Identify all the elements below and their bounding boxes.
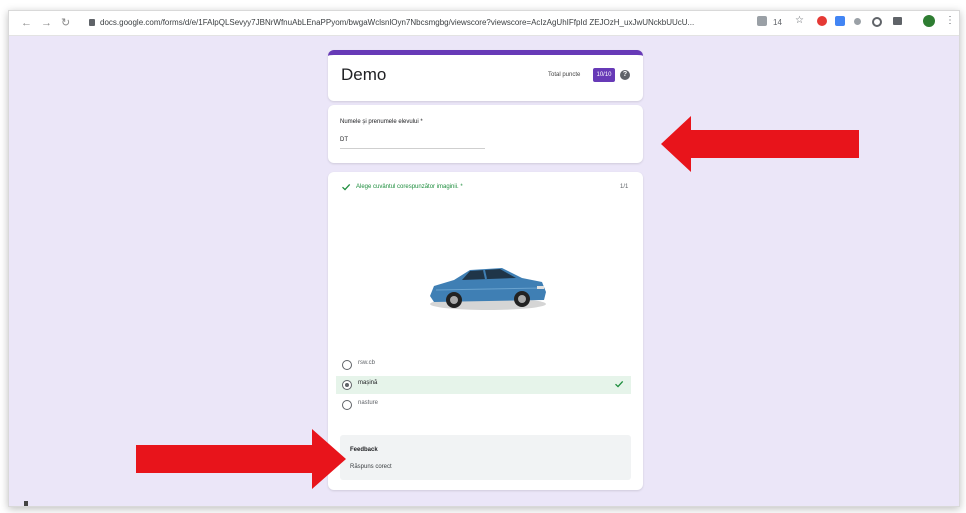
option-label: mașină (358, 380, 378, 386)
form-page: Demo Total puncte 10/10 ? Numele și pren… (9, 36, 959, 506)
extension-red-icon[interactable] (817, 16, 827, 26)
browser-toolbar: ← → ↻ docs.google.com/forms/d/e/1FAlpQLS… (9, 11, 959, 36)
back-icon[interactable]: ← (21, 16, 32, 30)
screenshot-frame: ← → ↻ docs.google.com/forms/d/e/1FAlpQLS… (8, 10, 960, 507)
car-image (430, 268, 546, 310)
option-label: nasture (358, 400, 379, 406)
help-icon[interactable]: ? (620, 70, 630, 80)
option-row[interactable]: rsw.cb (336, 356, 631, 374)
feedback-box: Feedback Răspuns corect (340, 435, 631, 480)
radio-button[interactable] (342, 360, 352, 370)
option-row[interactable]: nasture (336, 396, 631, 414)
translate-icon[interactable] (757, 16, 767, 26)
feedback-text: Răspuns corect (350, 464, 392, 470)
radio-button-selected[interactable] (342, 380, 352, 390)
address-bar[interactable]: docs.google.com/forms/d/e/1FAlpQLSevyy7J… (100, 17, 750, 29)
radio-button[interactable] (342, 400, 352, 410)
annotation-arrow-left (661, 116, 859, 172)
extension-gray-icon[interactable] (854, 18, 861, 25)
browser-menu-icon[interactable]: ⋮ (945, 15, 955, 27)
name-answer: DT (340, 137, 348, 143)
option-label: rsw.cb (358, 360, 376, 366)
feedback-title: Feedback (350, 447, 378, 453)
question-score: 1/1 (620, 184, 629, 190)
total-score-badge: 10/10 (593, 68, 615, 82)
form-title: Demo (341, 65, 387, 84)
scroll-indicator (24, 501, 28, 506)
profile-avatar[interactable] (923, 15, 935, 27)
image-question-card: Alege cuvântul corespunzător imaginii. *… (328, 172, 643, 490)
question-label: Alege cuvântul corespunzător imaginii. * (356, 184, 463, 190)
zoom-indicator[interactable]: 14 (773, 17, 782, 29)
name-question-label: Numele și prenumele elevului * (340, 119, 423, 125)
extension-blue-icon[interactable] (835, 16, 845, 26)
forward-icon[interactable]: → (41, 16, 52, 30)
form-title-card: Demo Total puncte 10/10 ? (328, 50, 643, 101)
extensions-menu-icon[interactable] (893, 17, 902, 25)
star-icon[interactable]: ☆ (795, 15, 804, 27)
lock-icon (89, 19, 95, 26)
correct-check-icon (615, 380, 624, 388)
annotation-arrow-right (136, 429, 346, 489)
extension-circle-icon[interactable] (872, 17, 882, 27)
total-points-label: Total puncte (548, 72, 581, 78)
answer-underline (340, 148, 485, 149)
name-question-card: Numele și prenumele elevului * DT (328, 105, 643, 163)
option-row-correct[interactable]: mașină (336, 376, 631, 394)
correct-check-icon (342, 183, 351, 191)
reload-icon[interactable]: ↻ (61, 16, 70, 30)
